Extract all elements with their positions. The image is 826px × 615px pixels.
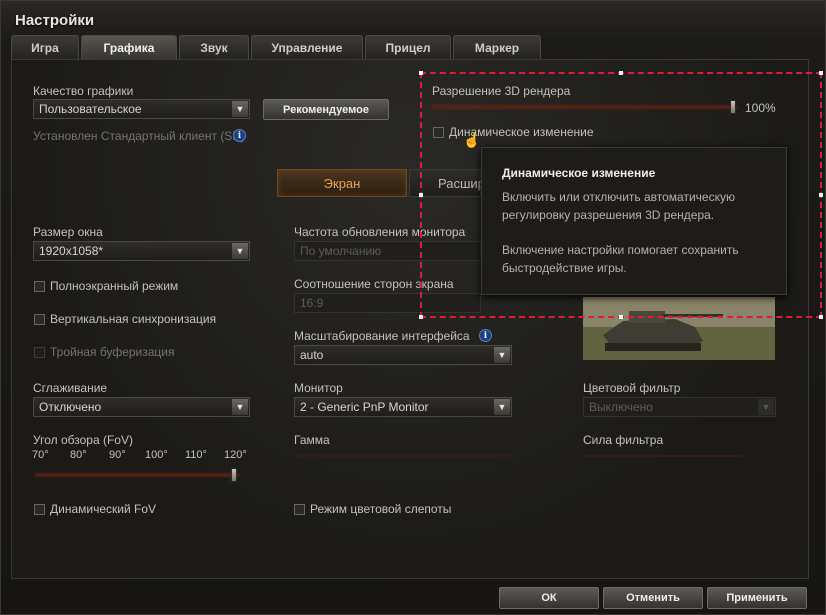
fov-tick: 100° — [145, 449, 168, 461]
fov-slider[interactable] — [35, 468, 239, 482]
gamma-slider[interactable] — [295, 451, 512, 461]
ok-button[interactable]: ОК — [499, 587, 599, 609]
antialiasing-select[interactable]: Отключено ▼ — [33, 397, 250, 417]
fov-tick: 120° — [224, 449, 247, 461]
chevron-down-icon: ▼ — [232, 101, 248, 117]
gamma-label: Гамма — [294, 433, 330, 447]
slider-handle[interactable] — [231, 468, 237, 482]
chevron-down-icon: ▼ — [494, 399, 510, 415]
fov-tick: 110° — [185, 449, 207, 461]
graphics-quality-label: Качество графики — [33, 84, 134, 98]
dynamic-fov-label: Динамический FoV — [50, 502, 157, 516]
info-icon[interactable]: i — [233, 129, 246, 142]
monitor-select[interactable]: 2 - Generic PnP Monitor ▼ — [294, 397, 512, 417]
color-filter-select[interactable]: Выключено ▼ — [583, 397, 776, 417]
color-filter-label: Цветовой фильтр — [583, 381, 681, 395]
monitor-label: Монитор — [294, 381, 343, 395]
vsync-label: Вертикальная синхронизация — [50, 312, 217, 326]
filter-strength-label: Сила фильтра — [583, 433, 664, 447]
window-size-value: 1920x1058* — [39, 244, 104, 258]
selection-handle — [619, 315, 623, 319]
chevron-down-icon: ▼ — [232, 399, 248, 415]
tab-graphics[interactable]: Графика — [81, 35, 177, 59]
tab-bar: Игра Графика Звук Управление Прицел Марк… — [11, 35, 543, 59]
graphics-quality-value: Пользовательское — [39, 102, 142, 116]
window-size-select[interactable]: 1920x1058* ▼ — [33, 241, 250, 261]
tab-sight[interactable]: Прицел — [365, 35, 451, 59]
selection-frame — [420, 72, 822, 318]
graphics-quality-select[interactable]: Пользовательское ▼ — [33, 99, 250, 119]
hand-pointer-icon: ☝ — [463, 132, 481, 148]
tab-game[interactable]: Игра — [11, 35, 79, 59]
fov-tick: 80° — [70, 449, 87, 461]
color-filter-value: Выключено — [589, 400, 653, 414]
selection-handle — [819, 193, 823, 197]
triple-buffering-label: Тройная буферизация — [50, 345, 175, 359]
info-icon[interactable]: i — [479, 329, 492, 342]
antialiasing-label: Сглаживание — [33, 381, 108, 395]
refresh-rate-value: По умолчанию — [300, 244, 382, 258]
recommended-button[interactable]: Рекомендуемое — [263, 99, 389, 120]
slider-track — [584, 455, 741, 457]
ui-scale-label: Масштабирование интерфейса — [294, 329, 470, 343]
colorblind-label: Режим цветовой слепоты — [310, 502, 452, 516]
selection-handle — [619, 71, 623, 75]
ui-scale-select[interactable]: auto ▼ — [294, 345, 512, 365]
filter-strength-slider[interactable] — [584, 451, 741, 461]
fov-tick: 90° — [109, 449, 126, 461]
fullscreen-checkbox[interactable] — [34, 281, 45, 292]
apply-button[interactable]: Применить — [707, 587, 807, 609]
tab-controls[interactable]: Управление — [251, 35, 363, 59]
aspect-ratio-value: 16:9 — [300, 296, 324, 310]
fov-tick: 70° — [32, 449, 49, 461]
slider-track — [295, 455, 512, 457]
tab-marker[interactable]: Маркер — [453, 35, 541, 59]
selection-handle — [419, 193, 423, 197]
fov-label: Угол обзора (FoV) — [33, 433, 133, 447]
vsync-checkbox[interactable] — [34, 314, 45, 325]
chevron-down-icon: ▼ — [232, 243, 248, 259]
slider-track — [35, 474, 239, 476]
tab-sound[interactable]: Звук — [179, 35, 249, 59]
monitor-value: 2 - Generic PnP Monitor — [300, 400, 429, 414]
selection-handle — [819, 71, 823, 75]
cancel-button[interactable]: Отменить — [603, 587, 703, 609]
fullscreen-label: Полноэкранный режим — [50, 279, 179, 293]
chevron-down-icon: ▼ — [758, 399, 774, 415]
ui-scale-value: auto — [300, 348, 324, 362]
colorblind-checkbox[interactable] — [294, 504, 305, 515]
settings-window: Настройки Игра Графика Звук Управление П… — [0, 0, 826, 615]
triple-buffering-checkbox[interactable] — [34, 347, 45, 358]
selection-handle — [419, 315, 423, 319]
dynamic-fov-checkbox[interactable] — [34, 504, 45, 515]
window-size-label: Размер окна — [33, 225, 103, 239]
antialiasing-value: Отключено — [39, 400, 102, 414]
selection-handle — [819, 315, 823, 319]
window-title: Настройки — [15, 12, 95, 29]
subtab-screen[interactable]: Экран — [277, 169, 407, 197]
client-info-text: Установлен Стандартный клиент (SD) — [33, 129, 245, 143]
selection-handle — [419, 71, 423, 75]
chevron-down-icon: ▼ — [494, 347, 510, 363]
